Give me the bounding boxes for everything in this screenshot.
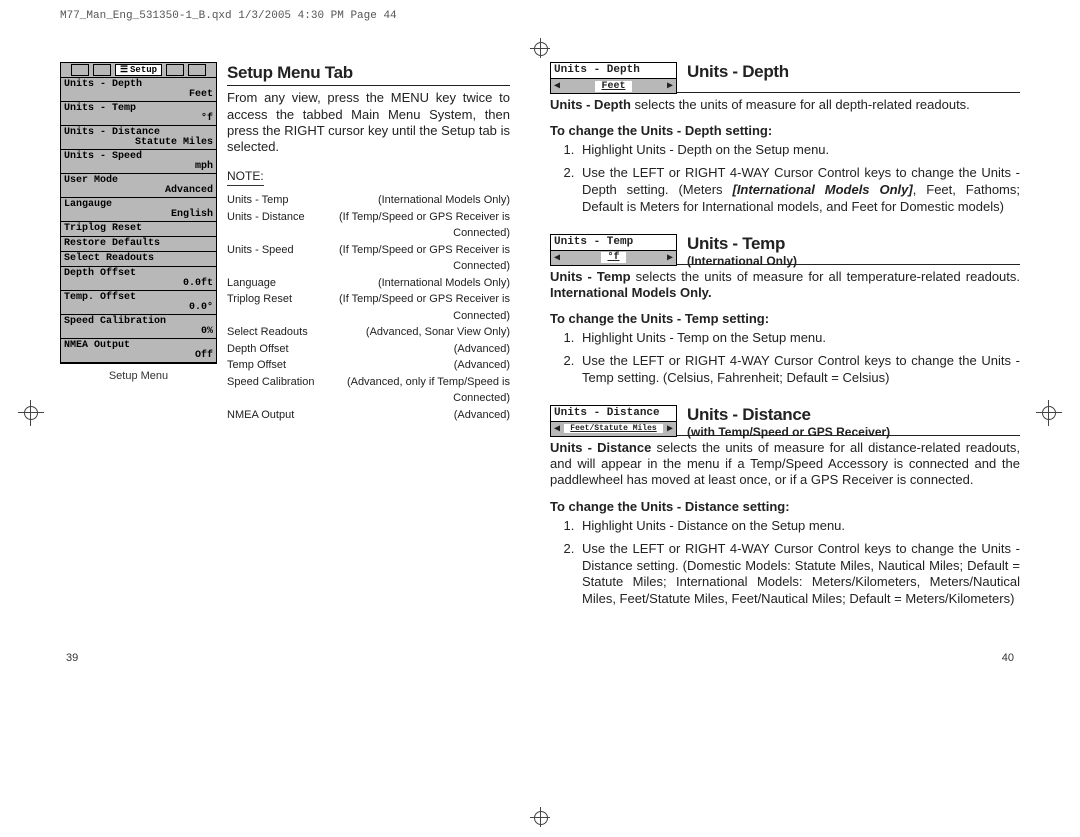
subtitle-units-distance: (with Temp/Speed or GPS Receiver) [687, 425, 1020, 439]
menu-row: LangaugeEnglish [61, 198, 216, 222]
widget-units-temp: Units - Temp ◀°f▶ [550, 234, 677, 266]
title-units-temp: Units - Temp [687, 234, 1020, 254]
widget-units-depth: Units - Depth ◀Feet▶ [550, 62, 677, 94]
steps-heading-distance: To change the Units - Distance setting: [550, 499, 1020, 514]
menu-row: Restore Defaults [61, 237, 216, 252]
tab-icon [93, 64, 111, 76]
steps-temp: Highlight Units - Temp on the Setup menu… [578, 330, 1020, 387]
note-row: Select Readouts(Advanced, Sonar View Onl… [227, 324, 510, 341]
body-units-distance: Units - Distance selects the units of me… [550, 440, 1020, 489]
tab-setup: ☰ Setup [115, 64, 162, 76]
note-row: Units - Temp(International Models Only) [227, 192, 510, 209]
menu-row: Units - Speedmph [61, 150, 216, 174]
menu-row: Depth Offset0.0ft [61, 267, 216, 291]
body-units-depth: Units - Depth selects the units of measu… [550, 97, 1020, 113]
menu-row: Triplog Reset [61, 222, 216, 237]
tab-icon [71, 64, 89, 76]
menu-row: Temp. Offset0.0° [61, 291, 216, 315]
menu-row: Units - Temp°f [61, 102, 216, 126]
menu-tabbar: ☰ Setup [61, 63, 216, 78]
steps-distance: Highlight Units - Distance on the Setup … [578, 518, 1020, 608]
section-units-temp: Units - Temp ◀°f▶ Units - Temp (Internat… [550, 234, 1020, 387]
steps-depth: Highlight Units - Depth on the Setup men… [578, 142, 1020, 216]
title-units-distance: Units - Distance [687, 405, 1020, 425]
note-table: Units - Temp(International Models Only)U… [227, 192, 510, 423]
note-row: Units - Distance(If Temp/Speed or GPS Re… [227, 209, 510, 242]
note-row: NMEA Output(Advanced) [227, 407, 510, 424]
section-units-distance: Units - Distance ◀Feet/Statute Miles▶ Un… [550, 405, 1020, 608]
arrow-right-icon: ▶ [667, 423, 673, 435]
section-title-setup: Setup Menu Tab [227, 62, 510, 83]
menu-caption: Setup Menu [60, 370, 217, 382]
note-row: Language(International Models Only) [227, 275, 510, 292]
widget-units-distance: Units - Distance ◀Feet/Statute Miles▶ [550, 405, 677, 437]
note-row: Depth Offset(Advanced) [227, 341, 510, 358]
page-number-right: 40 [1002, 652, 1014, 664]
menu-row: Units - DistanceStatute Miles [61, 126, 216, 150]
arrow-left-icon: ◀ [554, 423, 560, 435]
note-row: Speed Calibration(Advanced, only if Temp… [227, 374, 510, 407]
tab-icon [166, 64, 184, 76]
arrow-left-icon: ◀ [554, 80, 560, 92]
tab-icon [188, 64, 206, 76]
menu-row: Speed Calibration0% [61, 315, 216, 339]
steps-heading-temp: To change the Units - Temp setting: [550, 311, 1020, 326]
setup-intro: From any view, press the MENU key twice … [227, 90, 510, 155]
note-row: Units - Speed(If Temp/Speed or GPS Recei… [227, 242, 510, 275]
section-units-depth: Units - Depth ◀Feet▶ Units - Depth Units… [550, 62, 1020, 216]
note-row: Triplog Reset(If Temp/Speed or GPS Recei… [227, 291, 510, 324]
note-heading: NOTE: [227, 169, 264, 186]
arrow-left-icon: ◀ [554, 252, 560, 264]
setup-menu-graphic: ☰ Setup Units - DepthFeetUnits - Temp°fU… [60, 62, 217, 626]
arrow-right-icon: ▶ [667, 80, 673, 92]
title-units-depth: Units - Depth [687, 62, 1020, 82]
menu-row: NMEA OutputOff [61, 339, 216, 363]
body-units-temp: Units - Temp selects the units of measur… [550, 269, 1020, 302]
menu-row: Select Readouts [61, 252, 216, 267]
page-number-left: 39 [66, 652, 78, 664]
menu-row: User ModeAdvanced [61, 174, 216, 198]
print-header: M77_Man_Eng_531350-1_B.qxd 1/3/2005 4:30… [60, 10, 1020, 22]
menu-row: Units - DepthFeet [61, 78, 216, 102]
arrow-right-icon: ▶ [667, 252, 673, 264]
note-row: Temp Offset(Advanced) [227, 357, 510, 374]
steps-heading-depth: To change the Units - Depth setting: [550, 123, 1020, 138]
subtitle-units-temp: (International Only) [687, 254, 1020, 268]
